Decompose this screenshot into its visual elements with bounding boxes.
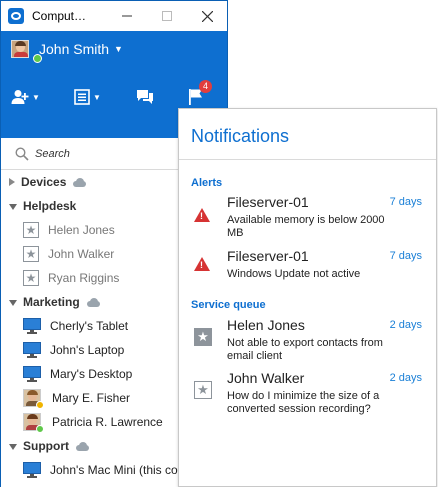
notification-item[interactable]: ★ John Walker 2 days How do I minimize t… (179, 370, 436, 418)
notification-title: Fileserver-01 (227, 248, 309, 264)
close-button[interactable] (187, 1, 227, 31)
person-avatar-icon (23, 413, 44, 433)
minimize-button[interactable] (107, 1, 147, 31)
item-label: Ryan Riggins (48, 271, 120, 285)
star-outline-icon: ★ (23, 222, 39, 238)
maximize-button[interactable] (147, 1, 187, 31)
star-outline-icon: ★ (23, 270, 39, 286)
item-label: Helen Jones (48, 223, 115, 237)
chat-icon (137, 90, 153, 104)
notification-body: How do I minimize the size of a converte… (227, 390, 380, 415)
search-input[interactable] (35, 148, 155, 160)
notification-date: 2 days (389, 372, 422, 384)
section-label-service-queue: Service queue (191, 299, 266, 311)
notification-body: Windows Update not active (227, 268, 361, 280)
search-icon (15, 147, 29, 161)
group-label: Marketing (23, 295, 80, 309)
notifications-button[interactable]: 4 (188, 80, 212, 109)
notification-count-badge: 4 (199, 80, 212, 93)
minimize-icon (122, 15, 132, 17)
cloud-icon (85, 297, 101, 307)
group-label: Helpdesk (23, 199, 77, 213)
star-outline-icon: ★ (194, 381, 212, 399)
notification-date: 2 days (389, 319, 422, 331)
notification-item[interactable]: ! Fileserver-01 7 days Available memory … (179, 194, 436, 239)
add-contact-button[interactable]: ▼ (11, 85, 40, 109)
section-label-alerts: Alerts (191, 177, 223, 189)
notification-body: Available memory is below 2000 MB (227, 214, 385, 239)
notification-title: Fileserver-01 (227, 194, 309, 210)
online-status-icon (33, 54, 42, 63)
close-icon (201, 10, 213, 22)
chevron-down-icon: ▼ (114, 44, 123, 54)
chevron-down-icon: ▼ (32, 92, 40, 102)
maximize-icon (162, 11, 172, 21)
list-menu-icon (74, 89, 90, 105)
cloud-icon (74, 441, 90, 451)
item-label: Patricia R. Lawrence (52, 415, 163, 429)
chevron-down-icon (9, 443, 17, 450)
star-filled-icon: ★ (194, 328, 212, 346)
cloud-icon (71, 177, 87, 187)
notification-item[interactable]: ★ Helen Jones 2 days Not able to export … (179, 317, 436, 362)
chevron-down-icon (9, 203, 17, 210)
user-name: John Smith (39, 41, 110, 57)
divider (179, 159, 436, 160)
online-status-icon (36, 425, 44, 433)
item-label: John's Laptop (50, 343, 125, 357)
notification-title: Helen Jones (227, 317, 305, 333)
monitor-icon (23, 318, 41, 334)
monitor-icon (23, 366, 41, 382)
person-avatar-icon (23, 389, 44, 409)
monitor-icon (23, 342, 41, 358)
monitor-icon (23, 462, 41, 478)
star-outline-icon: ★ (23, 246, 39, 262)
avatar (11, 40, 29, 58)
item-label: Mary's Desktop (50, 367, 133, 381)
app-logo-icon (8, 8, 24, 24)
notification-title: John Walker (227, 370, 305, 386)
chevron-right-icon (9, 178, 15, 186)
item-label: Cherly's Tablet (50, 319, 129, 333)
notification-date: 7 days (389, 196, 422, 208)
warning-icon: ! (194, 208, 210, 222)
panel-title: Notifications (191, 126, 290, 146)
notification-date: 7 days (389, 250, 422, 262)
account-menu[interactable]: John Smith ▼ (11, 40, 123, 63)
group-label: Devices (21, 175, 67, 189)
group-label: Support (23, 439, 69, 453)
notification-body: Not able to export contacts from email c… (227, 337, 383, 362)
item-label: Mary E. Fisher (52, 391, 131, 405)
notifications-panel: Notifications Alerts ! Fileserver-01 7 d… (178, 108, 437, 487)
chevron-down-icon (9, 299, 17, 306)
menu-button[interactable]: ▼ (74, 85, 101, 109)
notification-item[interactable]: ! Fileserver-01 7 days Windows Update no… (179, 248, 436, 283)
window-title: Comput… (32, 9, 87, 23)
add-contact-icon (11, 90, 29, 104)
title-bar: Comput… (1, 1, 227, 31)
chat-button[interactable] (136, 85, 154, 109)
item-label: John Walker (48, 247, 115, 261)
warning-icon: ! (194, 257, 210, 271)
away-status-icon (36, 401, 44, 409)
chevron-down-icon: ▼ (93, 92, 101, 102)
